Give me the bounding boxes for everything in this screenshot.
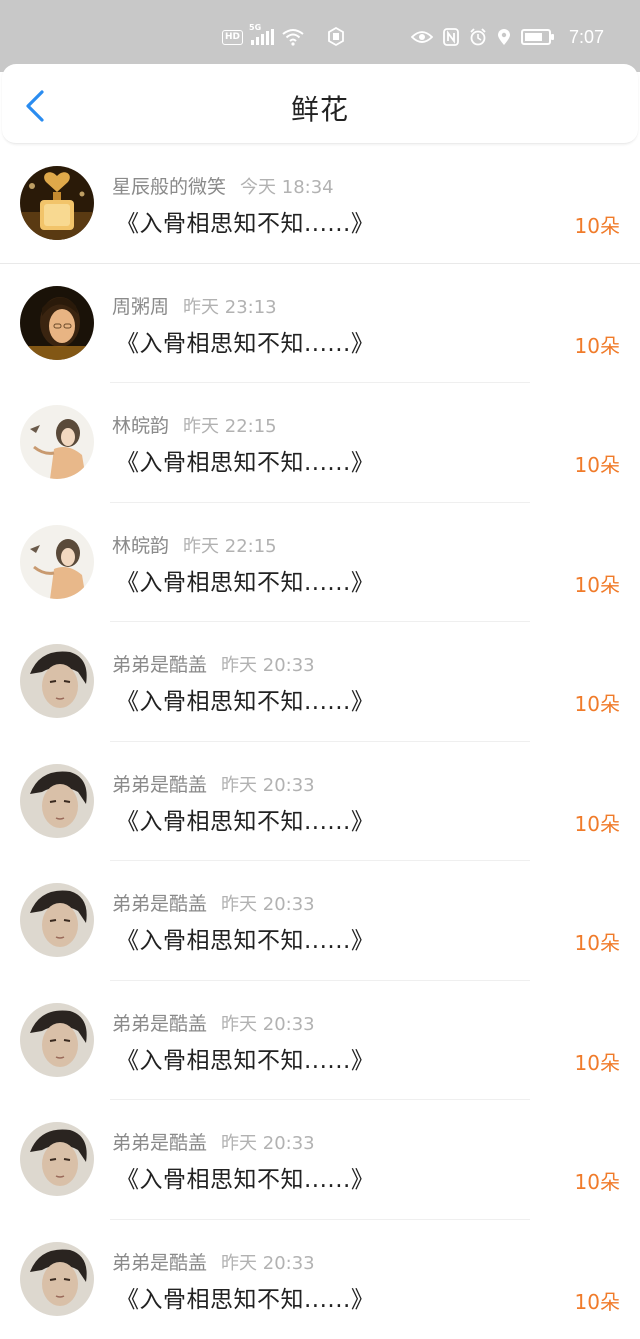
- nfc-icon: [443, 28, 459, 46]
- flower-count: 10朵: [575, 330, 620, 359]
- man-portrait-avatar[interactable]: [20, 883, 94, 957]
- send-time: 昨天 20:33: [221, 775, 315, 796]
- send-time: 昨天 20:33: [221, 894, 315, 915]
- gift-message: 《入骨相思知不知......》: [116, 1280, 374, 1314]
- send-time: 昨天 23:13: [183, 297, 277, 318]
- status-bar: HD 5G: [0, 0, 640, 72]
- send-time: 昨天 22:15: [183, 536, 277, 557]
- list-item[interactable]: 弟弟是酷盖昨天 20:33 《入骨相思知不知......》 10朵: [0, 1220, 640, 1339]
- sender-name: 周粥周昨天 23:13: [112, 292, 277, 319]
- sender-name-text: 周粥周: [112, 296, 169, 318]
- sender-name: 林皖韵昨天 22:15: [112, 531, 277, 558]
- network-type-label: 5G: [249, 23, 261, 32]
- flower-count: 10朵: [575, 688, 620, 717]
- sender-name: 弟弟是酷盖昨天 20:33: [112, 770, 315, 797]
- sender-name-text: 弟弟是酷盖: [112, 893, 207, 915]
- send-time: 昨天 20:33: [221, 1133, 315, 1154]
- list-item[interactable]: 弟弟是酷盖昨天 20:33 《入骨相思知不知......》 10朵: [0, 861, 640, 981]
- flower-count: 10朵: [575, 569, 620, 598]
- alarm-icon: [469, 28, 487, 46]
- sender-name-text: 林皖韵: [112, 415, 169, 437]
- gift-message: 《入骨相思知不知......》: [116, 563, 374, 597]
- sender-name-text: 弟弟是酷盖: [112, 654, 207, 676]
- send-time: 昨天 20:33: [221, 655, 315, 676]
- sender-name-text: 星辰般的微笑: [112, 176, 226, 198]
- status-left-icons: HD 5G: [222, 26, 366, 48]
- flower-count: 10朵: [575, 210, 620, 239]
- man-portrait-avatar[interactable]: [20, 644, 94, 718]
- list-item[interactable]: 星辰般的微笑今天 18:34 《入骨相思知不知......》 10朵: [0, 144, 640, 264]
- ancient-lady-avatar[interactable]: [20, 525, 94, 599]
- status-time: 7:07: [569, 27, 604, 48]
- sender-name-text: 弟弟是酷盖: [112, 1013, 207, 1035]
- man-portrait-avatar[interactable]: [20, 1122, 94, 1196]
- page-title: 鲜花: [2, 88, 638, 128]
- list-item[interactable]: 林皖韵昨天 22:15 《入骨相思知不知......》 10朵: [0, 503, 640, 623]
- eye-icon: [411, 30, 433, 44]
- app-notification-icon: [326, 27, 366, 47]
- sender-name: 弟弟是酷盖昨天 20:33: [112, 650, 315, 677]
- ancient-lady-avatar[interactable]: [20, 405, 94, 479]
- sender-name-text: 林皖韵: [112, 535, 169, 557]
- man-portrait-avatar[interactable]: [20, 764, 94, 838]
- gift-message: 《入骨相思知不知......》: [116, 921, 374, 955]
- gift-message: 《入骨相思知不知......》: [116, 682, 374, 716]
- flower-gift-list: 星辰般的微笑今天 18:34 《入骨相思知不知......》 10朵 周粥周昨天…: [0, 144, 640, 1339]
- sender-name: 弟弟是酷盖昨天 20:33: [112, 1128, 315, 1155]
- gift-message: 《入骨相思知不知......》: [116, 1041, 374, 1075]
- sender-name: 弟弟是酷盖昨天 20:33: [112, 1009, 315, 1036]
- wifi-icon: [282, 28, 304, 46]
- flower-count: 10朵: [575, 1286, 620, 1315]
- gift-message: 《入骨相思知不知......》: [116, 204, 374, 238]
- send-time: 今天 18:34: [240, 177, 334, 198]
- gift-message: 《入骨相思知不知......》: [116, 443, 374, 477]
- list-item[interactable]: 弟弟是酷盖昨天 20:33 《入骨相思知不知......》 10朵: [0, 1100, 640, 1220]
- flower-count: 10朵: [575, 927, 620, 956]
- sender-name-text: 弟弟是酷盖: [112, 1252, 207, 1274]
- send-time: 昨天 20:33: [221, 1253, 315, 1274]
- send-time: 昨天 22:15: [183, 416, 277, 437]
- header-bar: 鲜花: [2, 64, 638, 144]
- gift-message: 《入骨相思知不知......》: [116, 324, 374, 358]
- list-item[interactable]: 弟弟是酷盖昨天 20:33 《入骨相思知不知......》 10朵: [0, 981, 640, 1101]
- sender-name-text: 弟弟是酷盖: [112, 774, 207, 796]
- list-item[interactable]: 林皖韵昨天 22:15 《入骨相思知不知......》 10朵: [0, 383, 640, 503]
- list-item[interactable]: 弟弟是酷盖昨天 20:33 《入骨相思知不知......》 10朵: [0, 742, 640, 862]
- gift-message: 《入骨相思知不知......》: [116, 802, 374, 836]
- send-time: 昨天 20:33: [221, 1014, 315, 1035]
- sender-name: 林皖韵昨天 22:15: [112, 411, 277, 438]
- man-portrait-avatar[interactable]: [20, 1242, 94, 1316]
- sender-name: 星辰般的微笑今天 18:34: [112, 172, 334, 199]
- flower-count: 10朵: [575, 808, 620, 837]
- flower-count: 10朵: [575, 1047, 620, 1076]
- list-item[interactable]: 周粥周昨天 23:13 《入骨相思知不知......》 10朵: [0, 264, 640, 384]
- man-portrait-avatar[interactable]: [20, 1003, 94, 1077]
- flower-count: 10朵: [575, 449, 620, 478]
- perfume-bottle-avatar[interactable]: [20, 166, 94, 240]
- battery-icon: [521, 29, 551, 45]
- list-item[interactable]: 弟弟是酷盖昨天 20:33 《入骨相思知不知......》 10朵: [0, 622, 640, 742]
- gift-message: 《入骨相思知不知......》: [116, 1160, 374, 1194]
- location-icon: [497, 28, 511, 46]
- flower-count: 10朵: [575, 1166, 620, 1195]
- signal-icon: 5G: [251, 29, 274, 45]
- hd-icon: HD: [222, 30, 243, 45]
- sender-name: 弟弟是酷盖昨天 20:33: [112, 1248, 315, 1275]
- status-right-icons: 7:07: [411, 26, 604, 48]
- sender-name-text: 弟弟是酷盖: [112, 1132, 207, 1154]
- woman-portrait-avatar[interactable]: [20, 286, 94, 360]
- sender-name: 弟弟是酷盖昨天 20:33: [112, 889, 315, 916]
